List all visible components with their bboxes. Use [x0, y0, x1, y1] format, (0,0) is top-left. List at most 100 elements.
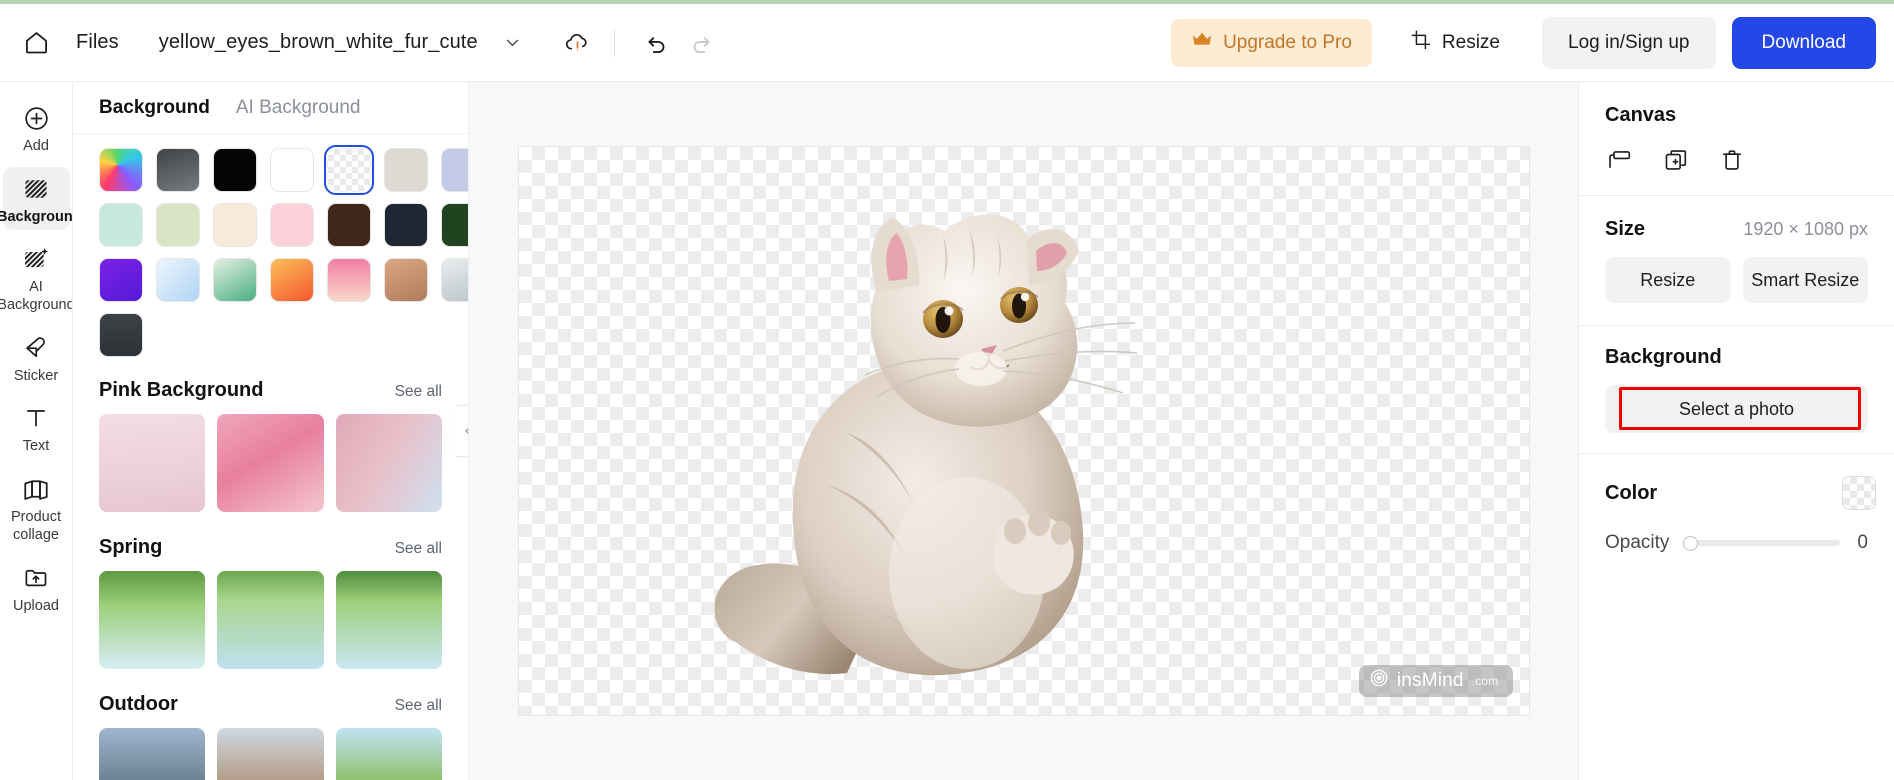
swatch-transparent[interactable]: [324, 145, 374, 195]
swatch-pale-blue-gradient[interactable]: [156, 258, 200, 302]
login-signup-button[interactable]: Log in/Sign up: [1542, 16, 1716, 69]
swatch-cream[interactable]: [213, 203, 257, 247]
swatch-rainbow-gradient[interactable]: [99, 148, 143, 192]
swatch-light-beige[interactable]: [384, 148, 428, 192]
swatch-silver-gradient[interactable]: [441, 258, 468, 302]
rail-item-sticker[interactable]: Sticker: [3, 326, 70, 390]
swatch-black[interactable]: [213, 148, 257, 192]
opacity-value: 0: [1857, 532, 1868, 553]
text-t-icon: [23, 403, 49, 433]
swatch-violet-gradient[interactable]: [99, 258, 143, 302]
opacity-slider-track: [1683, 540, 1840, 546]
swatch-periwinkle[interactable]: [441, 148, 468, 192]
swatch-navy-charcoal[interactable]: [384, 203, 428, 247]
download-button[interactable]: Download: [1731, 16, 1876, 69]
watermark-suffix: .com: [1471, 674, 1499, 688]
thumbnail-outdoor-street-1[interactable]: [99, 728, 206, 780]
rail-label: Upload: [13, 597, 59, 614]
swatch-green-gradient[interactable]: [213, 258, 257, 302]
watermark-text: insMind: [1396, 670, 1464, 691]
swatch-pale-green[interactable]: [156, 203, 200, 247]
swatch-dark-brown[interactable]: [327, 203, 371, 247]
undo-icon[interactable]: [635, 21, 679, 65]
opacity-slider[interactable]: [1683, 534, 1840, 552]
swatch-mint[interactable]: [99, 203, 143, 247]
collage-icon: [22, 474, 50, 504]
kitten-cutout[interactable]: [697, 173, 1197, 713]
thumbnail-pink-wall-flowers[interactable]: [99, 414, 206, 512]
resize-button-group: Resize Smart Resize: [1605, 257, 1868, 303]
crown-icon: [1191, 30, 1213, 55]
inspector-divider-3: [1579, 453, 1894, 454]
smart-resize-button[interactable]: Smart Resize: [1742, 257, 1868, 303]
canvas-stage[interactable]: insMind .com: [469, 82, 1578, 780]
thumbnail-spring-leaves-sky-2[interactable]: [217, 571, 324, 669]
chevron-down-icon[interactable]: [500, 30, 526, 56]
rail-label: Sticker: [13, 367, 59, 384]
thumbnail-pink-curtain-window[interactable]: [335, 414, 442, 512]
panel-scroll-area[interactable]: Pink Background See all Spring See all Outdo…: [73, 134, 468, 780]
files-menu[interactable]: Files: [76, 31, 119, 54]
swatch-dark-gray-gradient[interactable]: [156, 148, 200, 192]
panel-collapse-toggle[interactable]: [456, 405, 468, 457]
see-all-link[interactable]: See all: [395, 697, 442, 715]
swatch-forest-green[interactable]: [441, 203, 468, 247]
section-title: Pink Background: [99, 379, 264, 401]
swatch-pink-gradient[interactable]: [327, 258, 371, 302]
rail-label: Add: [23, 138, 49, 154]
thumbnail-row: [99, 728, 442, 780]
section-header: Spring See all: [99, 536, 442, 559]
tab-background[interactable]: Background: [99, 97, 210, 119]
header-divider: [613, 28, 615, 57]
rail-item-upload[interactable]: Upload: [3, 556, 70, 620]
plus-circle-icon: [23, 103, 50, 133]
rail-item-ai-background[interactable]: AI Background: [0, 237, 72, 318]
background-color-swatch[interactable]: [1842, 476, 1876, 510]
resize-button[interactable]: Resize: [1605, 257, 1731, 303]
see-all-link[interactable]: See all: [395, 383, 442, 401]
rail-item-background[interactable]: Background: [0, 166, 73, 231]
resize-label: Resize: [1441, 31, 1500, 53]
tab-ai-background[interactable]: AI Background: [236, 97, 361, 119]
swatch-tan-gradient[interactable]: [384, 258, 428, 302]
canvas-wrapper: insMind .com: [518, 147, 1529, 715]
panel-tab-bar: Background AI Background: [73, 82, 468, 134]
swatch-charcoal-gradient[interactable]: [99, 313, 143, 357]
swatch-light-pink[interactable]: [270, 203, 314, 247]
background-section-header: Background: [1605, 346, 1868, 369]
thumbnail-pink-roses-podium[interactable]: [217, 414, 324, 512]
thumbnail-spring-leaves-sky-1[interactable]: [99, 571, 206, 669]
document-title[interactable]: yellow_eyes_brown_white_fur_cute: [159, 31, 478, 54]
background-panel: Background AI Background Pink Background…: [73, 82, 469, 780]
upgrade-to-pro-button[interactable]: Upgrade to Pro: [1171, 18, 1372, 67]
thumbnail-outdoor-beach[interactable]: [217, 728, 324, 780]
canvas-inspector: Canvas Size 1920 × 1080 px Resize Smart …: [1578, 82, 1894, 780]
rail-item-add[interactable]: Add: [3, 96, 70, 160]
duplicate-icon[interactable]: [1661, 145, 1691, 175]
redo-icon[interactable]: [679, 21, 723, 65]
upload-folder-icon: [23, 563, 50, 593]
select-a-photo-button[interactable]: Select a photo: [1605, 385, 1868, 433]
hatch-sparkle-icon: [22, 244, 50, 274]
thumbnail-outdoor-grass-sky[interactable]: [335, 728, 442, 780]
swatch-orange-gradient[interactable]: [270, 258, 314, 302]
rail-item-text[interactable]: Text: [3, 396, 70, 460]
thumbnail-spring-bench-sky[interactable]: [335, 571, 442, 669]
section-header: Pink Background See all: [99, 379, 442, 402]
trash-icon[interactable]: [1717, 145, 1747, 175]
swatch-white[interactable]: [270, 148, 314, 192]
paint-roller-icon[interactable]: [1605, 145, 1635, 175]
opacity-slider-knob[interactable]: [1683, 535, 1699, 551]
resize-button[interactable]: Resize: [1392, 19, 1518, 67]
section-title: Outdoor: [99, 693, 178, 715]
app-body: Add Background: [0, 82, 1894, 780]
see-all-link[interactable]: See all: [395, 540, 442, 558]
home-icon[interactable]: [14, 21, 58, 65]
cloud-save-icon[interactable]: [556, 21, 600, 65]
design-canvas[interactable]: insMind .com: [518, 147, 1529, 715]
color-swatch-grid: [99, 145, 468, 357]
hatch-square-icon: [22, 174, 50, 204]
canvas-tool-row: [1605, 145, 1868, 175]
rail-item-product-collage[interactable]: Product collage: [3, 467, 70, 548]
rail-label: Background: [0, 208, 73, 225]
